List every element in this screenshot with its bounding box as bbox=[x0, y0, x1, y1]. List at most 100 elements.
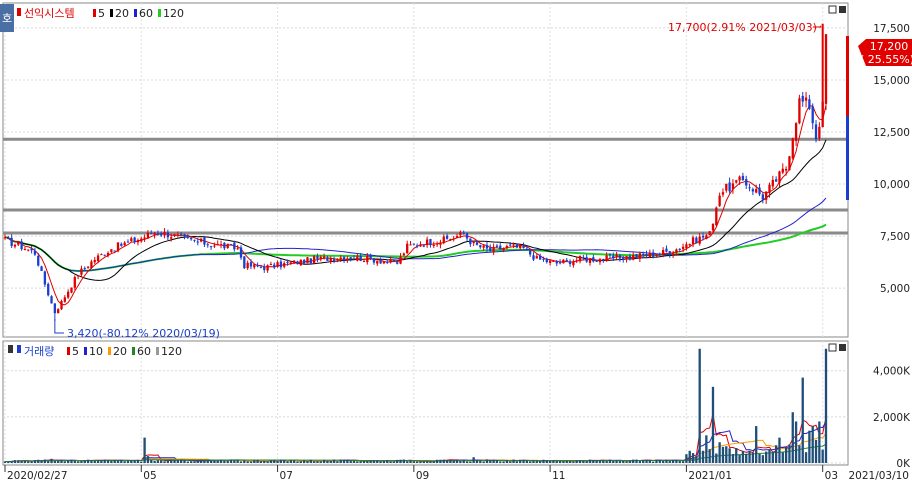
volume-bar bbox=[312, 461, 316, 463]
volume-bar bbox=[668, 460, 671, 463]
candle-body bbox=[645, 254, 648, 257]
candle-body bbox=[362, 261, 366, 263]
candle-body bbox=[349, 257, 352, 260]
volume-bar bbox=[13, 460, 17, 463]
volume-maximize-icon[interactable] bbox=[839, 344, 846, 351]
legend-swatch bbox=[132, 347, 135, 355]
volume-bar bbox=[592, 459, 595, 463]
volume-bar bbox=[688, 450, 691, 463]
volume-bar bbox=[382, 460, 386, 463]
low-annotation-text: 3,420(-80.12% 2020/03/19) bbox=[67, 327, 220, 340]
volume-bar bbox=[359, 461, 362, 463]
candle-body bbox=[794, 123, 798, 141]
candle-body bbox=[675, 249, 678, 253]
volume-bar bbox=[711, 386, 715, 463]
volume-bar bbox=[37, 459, 40, 463]
candle-body bbox=[376, 260, 379, 264]
volume-bar bbox=[721, 446, 725, 463]
candle-body bbox=[312, 256, 316, 264]
candle-body bbox=[80, 268, 83, 275]
volume-bar bbox=[529, 461, 532, 463]
volume-bar bbox=[216, 460, 219, 463]
candle-body bbox=[332, 259, 336, 262]
volume-bar bbox=[439, 459, 442, 463]
stock-chart: 5,000 7,500 10,000 12,500 15,000 17,500 0K 2,0… bbox=[0, 2, 912, 482]
candle-body bbox=[535, 256, 538, 259]
legend-label: 5 bbox=[72, 345, 79, 358]
candle-body bbox=[259, 266, 263, 268]
volume-bar bbox=[435, 459, 439, 463]
candle-body bbox=[382, 261, 386, 264]
candle-body bbox=[512, 244, 515, 246]
volume-bar bbox=[811, 426, 814, 463]
candle-body bbox=[83, 268, 86, 270]
volume-bar bbox=[322, 459, 326, 463]
candle-body bbox=[243, 256, 246, 269]
legend-swatch bbox=[84, 347, 87, 355]
volume-bar bbox=[293, 460, 296, 463]
candle-body bbox=[602, 258, 605, 261]
volume-bar bbox=[319, 461, 322, 463]
candle-body bbox=[572, 261, 575, 266]
candle-body bbox=[558, 262, 562, 264]
candle-body bbox=[170, 237, 173, 239]
volume-bar bbox=[671, 459, 675, 463]
volume-bar bbox=[455, 459, 459, 463]
volume-bar bbox=[163, 461, 166, 463]
candle-body bbox=[509, 244, 512, 246]
high-annotation: 17,700(2.91% 2021/03/03) bbox=[668, 21, 822, 34]
volume-bar bbox=[10, 461, 13, 463]
volume-bar bbox=[731, 454, 735, 463]
volume-bar bbox=[738, 454, 741, 463]
volume-bar bbox=[578, 460, 582, 463]
volume-bar bbox=[485, 459, 489, 463]
candle-body bbox=[824, 34, 828, 104]
candle-body bbox=[263, 266, 266, 270]
candle-body bbox=[249, 262, 253, 267]
price-tick-label: 5,000 bbox=[880, 283, 910, 295]
volume-bar bbox=[3, 461, 7, 463]
volume-bar bbox=[628, 460, 632, 463]
candle-body bbox=[156, 233, 160, 235]
volume-bar bbox=[725, 446, 728, 463]
volume-bar bbox=[366, 461, 369, 463]
volume-bar bbox=[106, 460, 110, 463]
legend-swatch bbox=[158, 9, 161, 17]
candle-body bbox=[668, 251, 671, 255]
candle-body bbox=[153, 232, 156, 235]
candle-body bbox=[113, 250, 116, 252]
candle-body bbox=[615, 254, 618, 258]
candle-body bbox=[735, 180, 738, 183]
candle-body bbox=[306, 257, 309, 264]
volume-bar bbox=[7, 461, 10, 463]
volume-bar bbox=[622, 460, 625, 463]
legend-label: 120 bbox=[163, 7, 184, 20]
candle-body bbox=[705, 235, 708, 239]
candle-body bbox=[206, 244, 209, 246]
candle-body bbox=[352, 258, 356, 260]
candle-body bbox=[642, 253, 645, 256]
candle-body bbox=[562, 259, 565, 264]
candle-body bbox=[665, 248, 668, 252]
candle-body bbox=[20, 241, 23, 250]
volume-bar bbox=[788, 444, 791, 463]
volume-bar bbox=[256, 460, 259, 463]
volume-panel bbox=[2, 340, 849, 466]
candle-body bbox=[386, 261, 389, 263]
volume-bar bbox=[279, 459, 283, 463]
candle-body bbox=[173, 234, 176, 237]
volume-bar bbox=[638, 460, 642, 463]
volume-bar bbox=[765, 451, 768, 463]
candle-body bbox=[721, 192, 725, 195]
volume-bar bbox=[532, 460, 535, 463]
candle-body bbox=[110, 249, 113, 252]
volume-bar bbox=[425, 461, 429, 463]
volume-bar bbox=[598, 460, 602, 463]
volume-bar bbox=[17, 460, 20, 463]
maximize-icon[interactable] bbox=[839, 6, 846, 13]
volume-bar bbox=[642, 460, 645, 463]
candle-body bbox=[439, 242, 442, 245]
volume-bar bbox=[605, 460, 608, 463]
volume-bar bbox=[801, 377, 804, 463]
candle-body bbox=[406, 243, 409, 254]
